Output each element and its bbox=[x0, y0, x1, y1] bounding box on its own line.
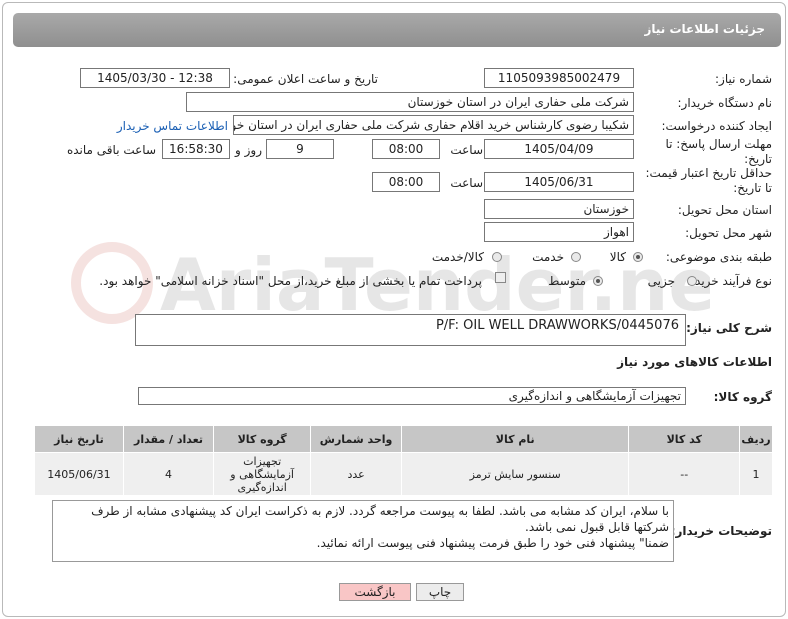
validity-time-label: ساعت bbox=[450, 176, 483, 190]
buyer-notes-line-2: شرکتها قابل قبول نمی باشد. bbox=[525, 520, 669, 534]
goods-table-header: ردیف کد کالا نام کالا واحد شمارش گروه کا… bbox=[34, 425, 773, 453]
print-button[interactable]: چاپ bbox=[416, 583, 464, 601]
buyer-notes-line-1: با سلام، ایران کد مشابه می باشد. لطفا به… bbox=[91, 504, 669, 518]
col-group: گروه کالا bbox=[213, 425, 312, 453]
deadline-time-label: ساعت bbox=[450, 143, 483, 157]
cell-row: 1 bbox=[739, 452, 773, 496]
city-field: اهواز bbox=[484, 222, 634, 242]
cell-unit: عدد bbox=[310, 452, 402, 496]
announce-label: تاریخ و ساعت اعلان عمومی: bbox=[233, 72, 378, 86]
creator-field: شکیبا رضوی کارشناس خرید اقلام حفاری شرکت… bbox=[233, 115, 634, 135]
col-quantity: تعداد / مقدار bbox=[122, 425, 215, 453]
process-label: نوع فرآیند خرید : bbox=[687, 274, 772, 288]
category-radio-service[interactable] bbox=[571, 252, 581, 262]
goods-group-label: گروه کالا: bbox=[713, 390, 772, 404]
buyer-notes-line-3: ضمنا" پیشنهاد فنی خود را طبق فرمت پیشنها… bbox=[316, 536, 669, 550]
contact-info-link[interactable]: اطلاعات تماس خریدار bbox=[117, 119, 228, 133]
province-field: خوزستان bbox=[484, 199, 634, 219]
process-option-minor: جزیی bbox=[647, 274, 675, 288]
days-label: روز و bbox=[235, 143, 262, 157]
col-date: تاریخ نیاز bbox=[34, 425, 124, 453]
process-option-medium: متوسط bbox=[548, 274, 586, 288]
creator-label: ایجاد کننده درخواست: bbox=[661, 119, 772, 133]
need-number-label: شماره نیاز: bbox=[715, 72, 772, 86]
col-name: نام کالا bbox=[400, 425, 630, 453]
category-radio-goods[interactable] bbox=[633, 252, 643, 262]
description-field: P/F: OIL WELL DRAWWORKS/0445076 bbox=[135, 314, 686, 346]
category-option-service: خدمت bbox=[532, 250, 564, 264]
col-unit: واحد شمارش bbox=[310, 425, 402, 453]
cell-group: تجهیزات آزمایشگاهی و اندازه‌گیری bbox=[213, 452, 312, 496]
cell-name: سنسور سایش ترمز bbox=[400, 452, 630, 496]
deadline-time-field: 08:00 bbox=[372, 139, 440, 159]
validity-date-field: 1405/06/31 bbox=[484, 172, 634, 192]
panel-title: جزئیات اطلاعات نیاز bbox=[644, 22, 765, 36]
buyer-label: نام دستگاه خریدار: bbox=[677, 96, 773, 110]
buyer-field: شرکت ملی حفاری ایران در استان خوزستان bbox=[186, 92, 634, 112]
category-radio-goods-service[interactable] bbox=[492, 252, 502, 262]
process-radio-minor[interactable] bbox=[687, 276, 697, 286]
category-label: طبقه بندی موضوعی: bbox=[665, 250, 772, 264]
treasury-payment-checkbox[interactable] bbox=[495, 272, 506, 283]
validity-label: حداقل تاریخ اعتبار قیمت: تا تاریخ: bbox=[645, 166, 772, 195]
goods-table: ردیف کد کالا نام کالا واحد شمارش گروه کا… bbox=[34, 425, 773, 496]
city-label: شهر محل تحویل: bbox=[685, 226, 772, 240]
buyer-notes-field: با سلام، ایران کد مشابه می باشد. لطفا به… bbox=[52, 500, 674, 562]
panel-header: جزئیات اطلاعات نیاز bbox=[13, 13, 781, 47]
cell-code: -- bbox=[628, 452, 741, 496]
remaining-label: ساعت باقی مانده bbox=[66, 143, 156, 157]
buyer-notes-label: توضیحات خریدار: bbox=[670, 524, 772, 538]
need-number-field: 1105093985002479 bbox=[484, 68, 634, 88]
announce-field: 1405/03/30 - 12:38 bbox=[80, 68, 230, 88]
days-field: 9 bbox=[266, 139, 334, 159]
remaining-time-field: 16:58:30 bbox=[162, 139, 230, 159]
back-button[interactable]: بازگشت bbox=[339, 583, 411, 601]
process-radio-medium[interactable] bbox=[593, 276, 603, 286]
table-row: 1 -- سنسور سایش ترمز عدد تجهیزات آزمایشگ… bbox=[34, 452, 773, 496]
col-code: کد کالا bbox=[628, 425, 741, 453]
cell-quantity: 4 bbox=[122, 452, 215, 496]
treasury-payment-note: پرداخت تمام یا بخشی از مبلغ خرید،از محل … bbox=[99, 274, 482, 288]
deadline-label: مهلت ارسال پاسخ: تا تاریخ: bbox=[665, 137, 772, 166]
category-option-goods-service: کالا/خدمت bbox=[431, 250, 484, 264]
validity-time-field: 08:00 bbox=[372, 172, 440, 192]
col-row: ردیف bbox=[739, 425, 773, 453]
category-option-goods: کالا bbox=[609, 250, 626, 264]
goods-group-field: تجهیزات آزمایشگاهی و اندازه‌گیری bbox=[138, 387, 686, 405]
province-label: استان محل تحویل: bbox=[677, 203, 772, 217]
cell-date: 1405/06/31 bbox=[34, 452, 124, 496]
description-label: شرح کلی نیاز: bbox=[686, 321, 772, 335]
goods-section-title: اطلاعات کالاهای مورد نیاز bbox=[617, 355, 772, 369]
deadline-date-field: 1405/04/09 bbox=[484, 139, 634, 159]
